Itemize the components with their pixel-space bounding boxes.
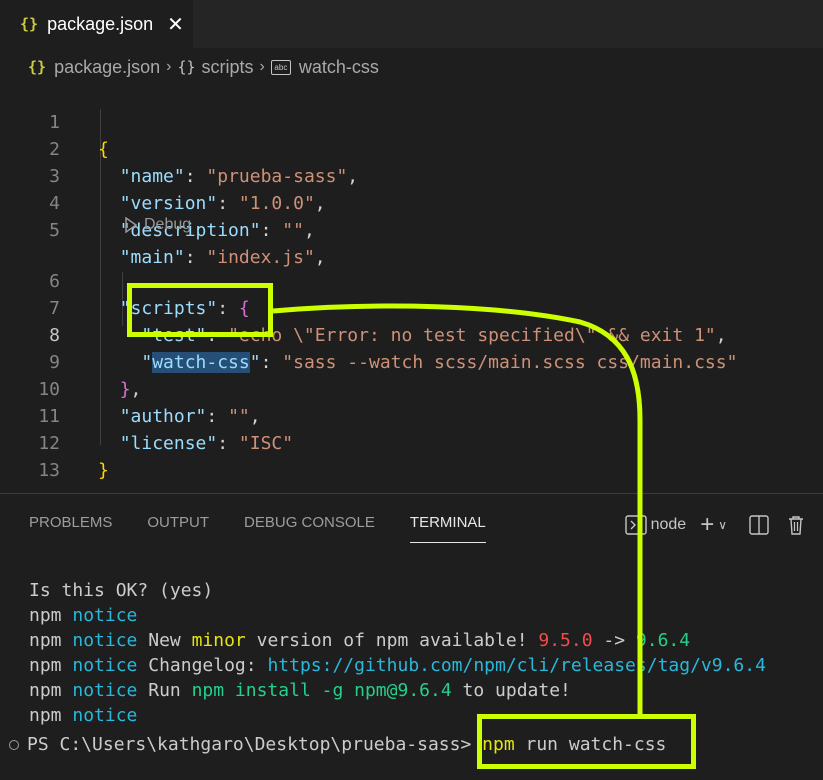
line-number: 5 bbox=[49, 220, 60, 241]
code-line: 10 "author": "", bbox=[0, 349, 823, 427]
line-number: 13 bbox=[38, 460, 60, 481]
breadcrumb-file[interactable]: package.json bbox=[54, 57, 160, 78]
code-line-current: 8 "watch-css": "sass --watch scss/main.s… bbox=[0, 295, 823, 373]
terminal-line: npm notice bbox=[29, 605, 138, 626]
code-line: 11 "license": "ISC" bbox=[0, 376, 823, 454]
codelens-label: Debug bbox=[144, 216, 192, 233]
code-line: 5 "main": "index.js", bbox=[0, 190, 823, 268]
tab-problems[interactable]: PROBLEMS bbox=[29, 514, 112, 542]
debug-codelens[interactable]: Debug bbox=[124, 216, 191, 234]
tab-package-json[interactable]: {} package.json ✕ bbox=[0, 0, 193, 48]
code-line: 2 "name": "prueba-sass", bbox=[0, 109, 823, 187]
tab-terminal[interactable]: TERMINAL bbox=[409, 514, 486, 543]
bottom-panel: PROBLEMS OUTPUT DEBUG CONSOLE TERMINAL n… bbox=[0, 493, 823, 780]
code-line: 7 "test": "echo \"Error: no test specifi… bbox=[0, 268, 823, 346]
string-icon: abc bbox=[270, 59, 291, 75]
code-line: 4 "description": "", bbox=[0, 163, 823, 241]
plus-icon[interactable]: + bbox=[700, 511, 714, 539]
tab-label: package.json bbox=[47, 13, 154, 34]
terminal-name[interactable]: node bbox=[651, 516, 687, 534]
highlight-box-command bbox=[477, 714, 696, 769]
changelog-link[interactable]: https://github.com/npm/cli/releases/tag/… bbox=[267, 655, 766, 676]
code-line: 9 }, bbox=[0, 322, 823, 400]
chevron-down-icon[interactable]: ∨ bbox=[718, 518, 727, 532]
editor-tab-bar: {} package.json ✕ bbox=[0, 0, 823, 48]
breadcrumb: {} package.json › {} scripts › abc watch… bbox=[28, 54, 379, 80]
breadcrumb-section[interactable]: scripts bbox=[202, 57, 254, 78]
code-line: 6 "scripts": { bbox=[0, 241, 823, 319]
tab-output[interactable]: OUTPUT bbox=[147, 514, 209, 542]
terminal-icon bbox=[624, 515, 647, 535]
highlight-box-script-key bbox=[127, 283, 273, 337]
panel-tabs: PROBLEMS OUTPUT DEBUG CONSOLE TERMINAL bbox=[29, 514, 521, 543]
panel-actions: node + ∨ bbox=[624, 511, 805, 539]
code-line: 3 "version": "1.0.0", bbox=[0, 136, 823, 214]
terminal-line: npm notice Run npm install -g npm@9.6.4 … bbox=[29, 680, 571, 701]
split-icon[interactable] bbox=[749, 515, 769, 535]
close-icon[interactable]: ✕ bbox=[167, 12, 184, 37]
breadcrumb-item[interactable]: watch-css bbox=[299, 57, 379, 78]
chevron-right-icon: › bbox=[166, 58, 172, 75]
chevron-right-icon: › bbox=[259, 58, 265, 75]
code-line: 13 bbox=[0, 430, 823, 481]
terminal-line: Is this OK? (yes) bbox=[29, 580, 214, 601]
trash-icon[interactable] bbox=[787, 515, 805, 535]
tab-debug-console[interactable]: DEBUG CONSOLE bbox=[244, 514, 375, 542]
play-icon bbox=[125, 217, 138, 233]
json-file-icon: {} bbox=[28, 58, 47, 76]
code-line: 1 { bbox=[0, 82, 823, 160]
code-editor[interactable]: 1 { 2 "name": "prueba-sass", 3 "version"… bbox=[0, 82, 823, 492]
object-icon: {} bbox=[177, 58, 196, 76]
code-line: 12 } bbox=[0, 403, 823, 481]
json-file-icon: {} bbox=[20, 15, 39, 33]
json-value: "" bbox=[282, 220, 304, 241]
terminal-line: npm notice Changelog: https://github.com… bbox=[29, 655, 766, 676]
command-status-icon bbox=[9, 740, 19, 750]
terminal-line: npm notice New minor version of npm avai… bbox=[29, 630, 691, 651]
terminal-output[interactable]: Is this OK? (yes) npm notice npm notice … bbox=[29, 578, 766, 728]
brace: } bbox=[98, 460, 109, 481]
